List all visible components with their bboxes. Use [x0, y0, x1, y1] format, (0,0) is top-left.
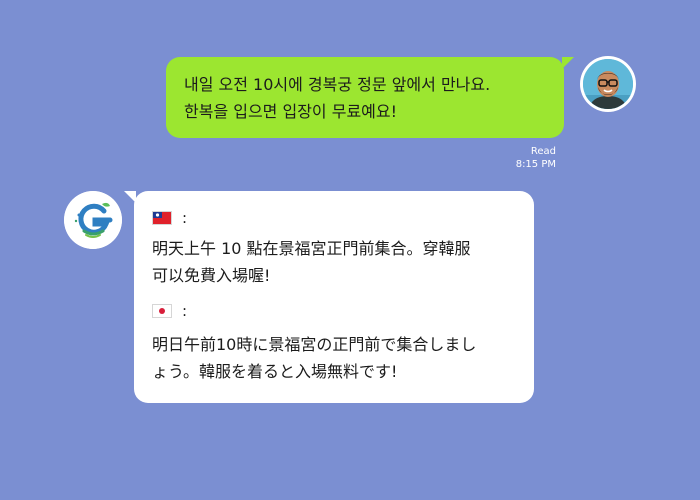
outgoing-message-line: 한복을 입으면 입장이 무료예요! [184, 102, 398, 121]
translator-logo-icon [64, 191, 122, 249]
japan-flag-icon [152, 304, 172, 318]
translation-text-japanese: 明日午前10時に景福宮の正門前で集合しまし ょう。韓服を着ると入場無料です! [152, 331, 516, 385]
message-timestamp: 8:15 PM [515, 159, 556, 170]
message-read-status: Read 8:15 PM [516, 145, 556, 171]
translation-header-japan: : [152, 300, 516, 322]
translation-line: 明日午前10時に景福宮の正門前で集合しまし [152, 335, 477, 354]
user-avatar-portrait [583, 59, 633, 109]
outgoing-message-line: 내일 오전 10시에 경복궁 정문 앞에서 만나요. [184, 75, 491, 94]
translation-header-taiwan: : [152, 207, 516, 229]
outgoing-message-bubble[interactable]: 내일 오전 10시에 경복궁 정문 앞에서 만나요. 한복을 입으면 입장이 무… [166, 57, 574, 138]
translation-text-chinese: 明天上午 10 點在景福宮正門前集合。穿韓服 可以免費入場喔! [152, 235, 516, 289]
taiwan-flag-icon [152, 211, 172, 225]
translation-separator: : [182, 209, 188, 227]
incoming-message-bubble[interactable]: : 明天上午 10 點在景福宮正門前集合。穿韓服 可以免費入場喔! : 明日午前… [124, 191, 534, 403]
translation-line: 明天上午 10 點在景福宮正門前集合。穿韓服 [152, 239, 471, 258]
translation-line: ょう。韓服を着ると入場無料です! [152, 362, 398, 381]
user-avatar[interactable] [580, 56, 636, 112]
translation-separator: : [182, 302, 188, 320]
read-label: Read [530, 146, 556, 157]
translation-line: 可以免費入場喔! [152, 266, 271, 285]
bot-avatar[interactable] [64, 191, 122, 249]
